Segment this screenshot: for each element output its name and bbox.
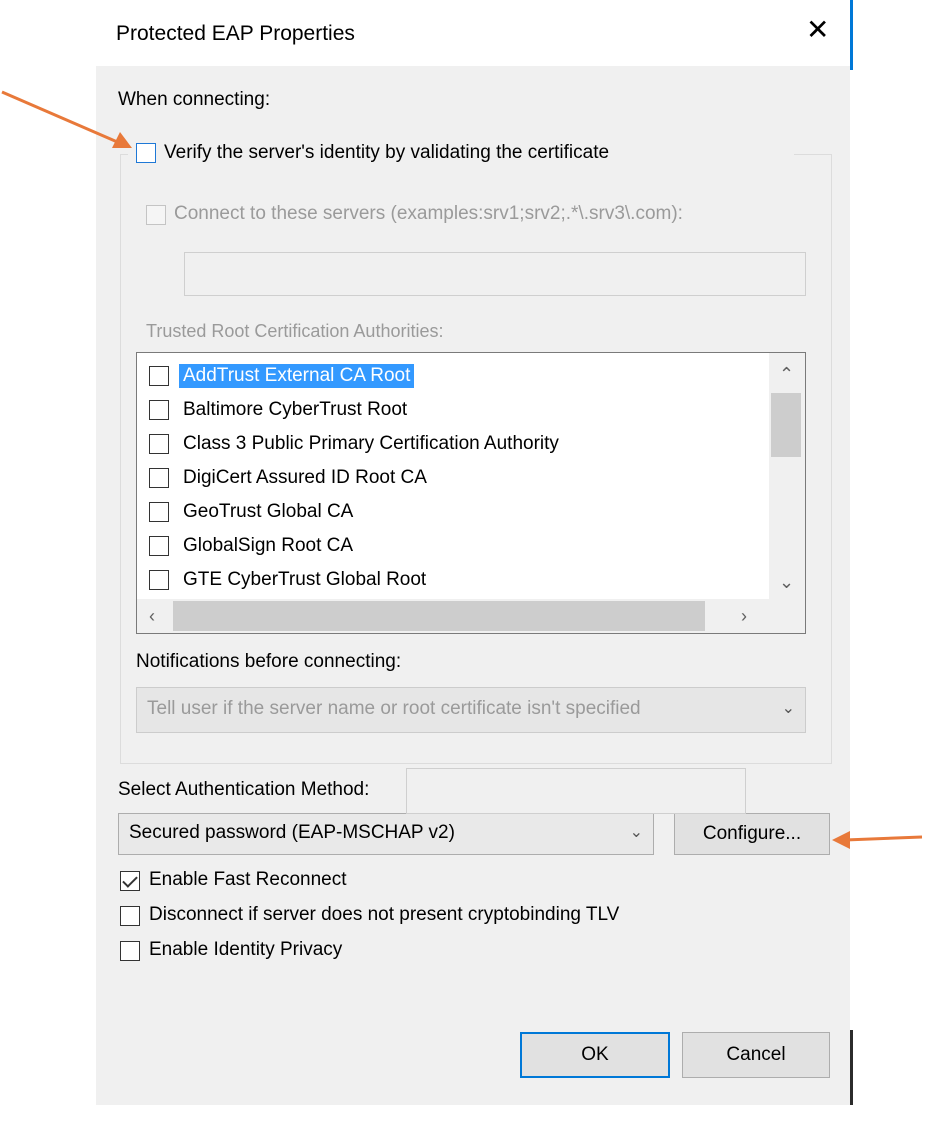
annotation-arrow-verify	[1, 90, 132, 148]
annotation-arrow-configure	[832, 831, 923, 849]
annotation-arrows	[1, 90, 923, 849]
